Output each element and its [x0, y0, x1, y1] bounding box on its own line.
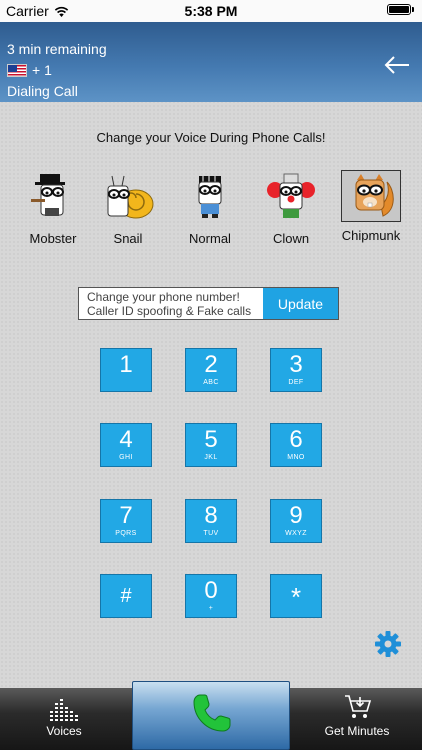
key-digit: 3 [289, 351, 303, 378]
key-digit: 2 [204, 351, 218, 378]
voice-mobster[interactable]: Mobster [20, 170, 86, 246]
phone-icon [193, 694, 231, 732]
back-arrow-icon[interactable] [384, 56, 410, 74]
key-digit: 0 [204, 577, 218, 604]
voice-label: Chipmunk [341, 228, 401, 243]
normal-icon [198, 176, 222, 218]
key-star[interactable]: * [270, 574, 322, 618]
country-selector[interactable]: + 1 [7, 62, 52, 78]
call-header: 3 min remaining + 1 Dialing Call [0, 22, 422, 102]
promo-line-2: Caller ID spoofing & Fake calls [87, 304, 252, 318]
key-letters: WXYZ [285, 530, 307, 537]
promo-text: Change your phone number! Caller ID spoo… [87, 290, 251, 318]
tab-voices[interactable]: Voices [0, 688, 128, 750]
voice-chipmunk[interactable]: Chipmunk [338, 170, 404, 243]
key-letters: PQRS [115, 530, 137, 537]
key-digit: 6 [289, 426, 303, 453]
status-bar: Carrier 5:38 PM [0, 0, 422, 22]
promo-line-1: Change your phone number! [87, 290, 240, 304]
gear-icon[interactable] [374, 630, 402, 658]
selected-voice-frame [341, 170, 401, 222]
snail-icon [107, 175, 154, 219]
clock: 5:38 PM [184, 3, 238, 19]
key-digit: 1 [119, 351, 133, 378]
key-6[interactable]: 6 MNO [270, 423, 322, 467]
tab-get-minutes[interactable]: Get Minutes [292, 688, 422, 750]
minutes-remaining: 3 min remaining [7, 41, 107, 57]
clown-icon [267, 173, 315, 218]
dial-keypad: 1 2 ABC 3 DEF 4 GHI 5 JKL 6 MNO 7 PQRS 8 TUV 9W… [100, 348, 324, 623]
key-2[interactable]: 2 ABC [185, 348, 237, 392]
tab-minutes-label: Get Minutes [324, 724, 390, 738]
key-digit: 5 [204, 426, 218, 453]
key-digit: 4 [119, 426, 133, 453]
voice-snail[interactable]: Snail [95, 170, 161, 246]
cart-icon [345, 695, 372, 718]
us-flag-icon [7, 63, 27, 77]
tab-voices-label: Voices [46, 724, 82, 738]
battery-icon [387, 4, 414, 15]
equalizer-icon [50, 699, 78, 721]
key-digit: 7 [119, 502, 133, 529]
key-0[interactable]: 0 + [185, 574, 237, 618]
voice-label: Clown [272, 231, 310, 246]
key-letters: DEF [288, 379, 304, 386]
key-digit: 9 [289, 502, 303, 529]
key-letters: JKL [204, 454, 218, 461]
voice-normal[interactable]: Normal [177, 170, 243, 246]
key-letters: + [208, 605, 214, 612]
update-button[interactable]: Update [263, 288, 338, 319]
voice-label: Snail [113, 231, 143, 246]
key-letters: TUV [203, 530, 219, 537]
key-7[interactable]: 7 PQRS [100, 499, 152, 543]
voice-label: Normal [189, 231, 231, 246]
key-letters: ABC [203, 379, 219, 386]
mobster-icon [31, 174, 65, 216]
key-digit: * [290, 582, 302, 612]
voice-selector: Mobster Snail Normal Clown Chipmunk [20, 170, 410, 246]
country-code: + 1 [32, 62, 52, 78]
voice-label: Mobster [29, 231, 77, 246]
key-4[interactable]: 4 GHI [100, 423, 152, 467]
key-5[interactable]: 5 JKL [185, 423, 237, 467]
key-letters: MNO [287, 454, 305, 461]
call-button[interactable] [132, 681, 290, 750]
chipmunk-icon [355, 174, 394, 217]
key-digit: 8 [204, 502, 218, 529]
key-3[interactable]: 3 DEF [270, 348, 322, 392]
caller-id-promo[interactable]: Change your phone number! Caller ID spoo… [78, 287, 339, 320]
key-hash[interactable]: # [100, 574, 152, 618]
tagline: Change your Voice During Phone Calls! [96, 130, 326, 145]
key-9[interactable]: 9 WXYZ [270, 499, 322, 543]
call-status: Dialing Call [7, 83, 78, 99]
key-digit: # [120, 585, 132, 607]
key-8[interactable]: 8 TUV [185, 499, 237, 543]
key-1[interactable]: 1 [100, 348, 152, 392]
voice-clown[interactable]: Clown [258, 170, 324, 246]
key-letters: GHI [119, 454, 133, 461]
